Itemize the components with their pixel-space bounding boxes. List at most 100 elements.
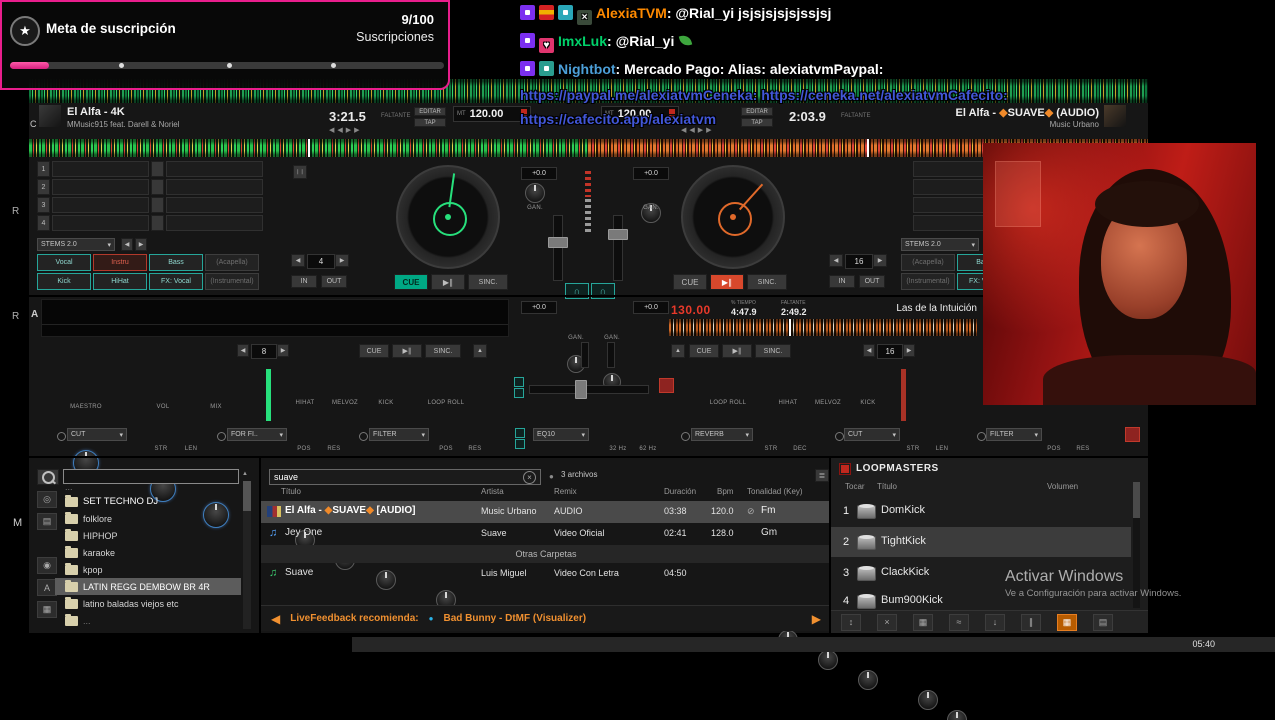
hotcue-slot[interactable] — [166, 179, 263, 195]
edit-button[interactable]: EDITAR — [414, 107, 446, 116]
loop-in-button[interactable]: IN — [829, 275, 855, 288]
deck-b-sync-button[interactable]: SINC. — [747, 274, 787, 290]
chat-username[interactable]: Nightbot — [558, 61, 616, 77]
fx-select-dropdown[interactable]: REVERB ▾ — [691, 428, 753, 441]
hotcue-slot[interactable] — [52, 215, 149, 231]
deck-a-jog-wheel[interactable] — [396, 165, 500, 269]
sampler-bank-title[interactable]: LOOPMASTERS — [856, 463, 939, 474]
sampler-pad-knob[interactable] — [818, 650, 838, 670]
pause-indicator-icon[interactable]: ❘❘ — [293, 165, 307, 179]
chat-username[interactable]: ImxLuk — [558, 33, 607, 49]
deck-a-seek-arrows[interactable]: ◀◀▶▶ — [329, 126, 363, 134]
sampler-pad-knob[interactable] — [858, 670, 878, 690]
sampler-pad-knob[interactable] — [947, 710, 967, 720]
text-view-icon[interactable]: A — [37, 579, 57, 596]
deck-2-cue-button[interactable]: CUE — [359, 344, 389, 358]
hotcue-number[interactable] — [151, 161, 164, 177]
folder-item[interactable]: folklore — [55, 510, 241, 527]
folder-item[interactable]: kpop — [55, 561, 241, 578]
hotcue-number[interactable]: 4 — [37, 215, 50, 231]
fx-enable-radio[interactable] — [217, 432, 226, 441]
collapse-deck-button[interactable]: ▲ — [671, 344, 685, 358]
grid-view-icon[interactable]: ▦ — [37, 601, 57, 618]
deck-a-volume-fader[interactable] — [553, 215, 563, 281]
sample-row[interactable]: 1 DomKick — [831, 496, 1131, 526]
download-icon[interactable]: ↓ — [985, 613, 1005, 631]
stems-prev-button[interactable]: ◀ — [121, 238, 133, 251]
folder-item[interactable]: SET TECHNO DJ — [55, 493, 241, 510]
loop-out-button[interactable]: OUT — [859, 275, 885, 288]
fx-select-dropdown[interactable]: FILTER ▾ — [986, 428, 1042, 441]
fx-enable-radio[interactable] — [359, 432, 368, 441]
column-header-duration[interactable]: Duración — [664, 487, 696, 496]
loop-double-button[interactable]: ▶ — [873, 254, 887, 267]
stem-pad[interactable]: (Instrumental) — [205, 273, 259, 290]
loop-in-button[interactable]: IN — [291, 275, 317, 288]
column-header-artist[interactable]: Artista — [481, 487, 504, 496]
deck-b-volume-fader[interactable] — [613, 215, 623, 281]
next-recommendation-icon[interactable]: ▶ — [812, 612, 821, 626]
collapse-deck-button[interactable]: ▲ — [473, 344, 487, 358]
record-toggle[interactable] — [1125, 427, 1140, 442]
fx-enable-radio[interactable] — [57, 432, 66, 441]
hotcue-number[interactable] — [151, 215, 164, 231]
deck-a-sync-button[interactable]: SINC. — [468, 274, 508, 290]
stem-pad[interactable]: (Instrumental) — [901, 273, 955, 290]
loop-out-button[interactable]: OUT — [321, 275, 347, 288]
wave-view-icon[interactable]: ≈ — [949, 613, 969, 631]
track-row-selected[interactable]: El Alfa - ◆SUAVE◆ [AUDIO] Music Urbano A… — [261, 501, 831, 523]
folder-item[interactable]: latino baladas viejos etc — [55, 595, 241, 612]
loop-half-button[interactable]: ◀ — [863, 344, 875, 357]
stem-pad[interactable]: FX: Vocal — [149, 273, 203, 290]
prev-recommendation-icon[interactable]: ◀ — [271, 612, 280, 626]
hotcue-slot[interactable] — [166, 215, 263, 231]
column-header-play[interactable]: Tocar — [845, 482, 865, 491]
tap-button[interactable]: TAP — [414, 118, 446, 127]
stem-pad[interactable]: Instru — [93, 254, 147, 271]
folder-scrollbar[interactable] — [243, 481, 251, 629]
sample-row-selected[interactable]: 2 TightKick — [831, 527, 1131, 557]
track-search-input[interactable] — [269, 469, 541, 485]
folder-item[interactable]: HIPHOP — [55, 527, 241, 544]
deck-a-gain-knob[interactable] — [525, 183, 545, 203]
hotcue-slot[interactable] — [166, 197, 263, 213]
loop-double-button[interactable]: ▶ — [277, 344, 289, 357]
hotcue-number[interactable]: 3 — [37, 197, 50, 213]
fx-select-dropdown[interactable]: CUT ▾ — [67, 428, 127, 441]
folders-view-icon[interactable]: ▤ — [37, 513, 57, 530]
column-header-title[interactable]: Título — [281, 487, 301, 496]
mini-fader[interactable] — [581, 342, 589, 368]
chat-username[interactable]: AlexiaTVM — [596, 5, 667, 21]
column-header-bpm[interactable]: Bpm — [717, 487, 733, 496]
deck-4-cue-button[interactable]: CUE — [689, 344, 719, 358]
edit-button[interactable]: EDITAR — [741, 107, 773, 116]
deck-4-play-button[interactable]: ▶∥ — [722, 344, 752, 358]
fx-enable-radio[interactable] — [835, 432, 844, 441]
fx-enable-radio[interactable] — [977, 432, 986, 441]
livefeedback-track[interactable]: Bad Bunny - DtMF (Visualizer) — [443, 613, 586, 624]
hotcue-number[interactable] — [151, 197, 164, 213]
deck-a-cue-button[interactable]: CUE — [394, 274, 428, 290]
folder-item[interactable]: karaoke — [55, 544, 241, 561]
stem-pad[interactable]: HiHat — [93, 273, 147, 290]
deck-b-jog-wheel[interactable] — [681, 165, 785, 269]
target-view-icon[interactable]: ◉ — [37, 557, 57, 574]
loop-double-button[interactable]: ▶ — [335, 254, 349, 267]
deck-b-seek-arrows[interactable]: ◀◀▶▶ — [681, 126, 715, 134]
stem-pad[interactable]: Kick — [37, 273, 91, 290]
hotcue-slot[interactable] — [52, 161, 149, 177]
clear-search-icon[interactable]: × — [523, 471, 536, 484]
stem-pad[interactable]: (Acapella) — [901, 254, 955, 271]
hotcue-slot[interactable] — [52, 197, 149, 213]
cd-drive-icon[interactable]: ◎ — [37, 491, 57, 508]
deck-2-waveform-empty[interactable] — [41, 299, 509, 337]
pause-icon[interactable]: ∥ — [1021, 613, 1041, 631]
hotcue-number[interactable]: 2 — [37, 179, 50, 195]
eq-enable-check[interactable] — [515, 439, 525, 449]
stems-mode-dropdown[interactable]: STEMS 2.0 ▾ — [901, 238, 979, 251]
stem-pad[interactable]: Vocal — [37, 254, 91, 271]
track-row[interactable]: ♫ Suave Luis Miguel Video Con Letra 04:5… — [261, 563, 831, 585]
hotcue-number[interactable] — [151, 179, 164, 195]
mini-fader[interactable] — [607, 342, 615, 368]
column-header-title[interactable]: Título — [877, 482, 897, 491]
